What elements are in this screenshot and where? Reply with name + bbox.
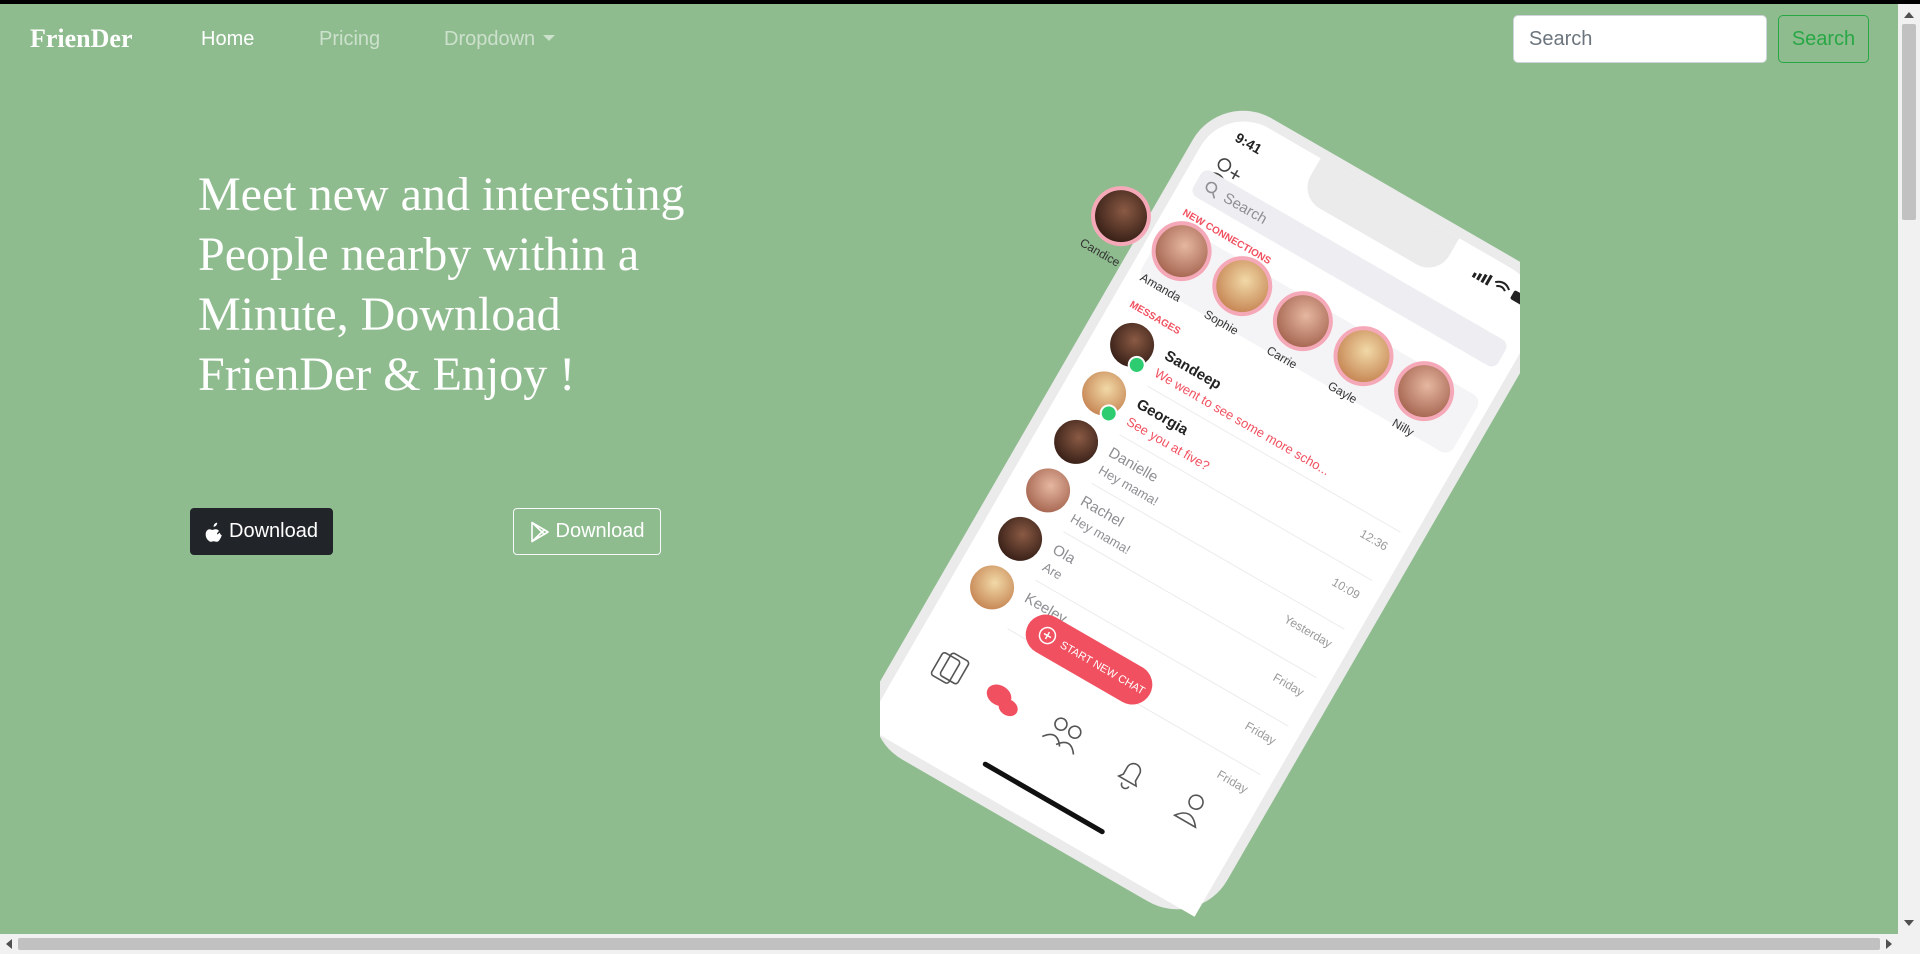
- hero-heading-line: FrienDer & Enjoy !: [198, 348, 576, 401]
- navbar: FrienDer Home Pricing Dropdown Search: [0, 4, 1898, 74]
- phone-mockup: 9:41 Search NEW CONNECTIONS Candice Aman…: [880, 110, 1520, 917]
- nav-link-home[interactable]: Home: [201, 28, 254, 51]
- scroll-right-icon[interactable]: [1886, 939, 1892, 949]
- hero-heading: Meet new and interesting People nearby w…: [198, 165, 758, 405]
- download-button-label: Download: [229, 520, 318, 542]
- search-button[interactable]: Search: [1778, 15, 1869, 63]
- caret-down-icon: [543, 34, 556, 41]
- nav-dropdown-label: Dropdown: [444, 28, 536, 50]
- scroll-up-icon[interactable]: [1904, 12, 1914, 18]
- horizontal-scroll-thumb[interactable]: [18, 938, 1880, 950]
- app-store-download-button[interactable]: Download: [190, 508, 333, 555]
- scroll-down-icon[interactable]: [1904, 920, 1914, 926]
- google-play-download-button[interactable]: Download: [513, 508, 661, 555]
- vertical-scrollbar[interactable]: [1898, 4, 1920, 934]
- apple-icon: [205, 522, 222, 542]
- hero-heading-line: People nearby within a: [198, 228, 640, 281]
- vertical-scroll-thumb[interactable]: [1902, 24, 1916, 220]
- brand-logo[interactable]: FrienDer: [30, 24, 133, 54]
- scroll-left-icon[interactable]: [6, 939, 12, 949]
- nav-dropdown-toggle[interactable]: Dropdown: [444, 28, 556, 51]
- nav-link-pricing[interactable]: Pricing: [319, 28, 380, 51]
- download-button-label: Download: [555, 520, 645, 542]
- horizontal-scrollbar[interactable]: [0, 934, 1920, 954]
- hero-heading-line: Meet new and interesting: [198, 168, 685, 221]
- google-play-icon: [530, 521, 549, 542]
- search-input[interactable]: [1513, 15, 1767, 63]
- hero-heading-line: Minute, Download: [198, 288, 561, 341]
